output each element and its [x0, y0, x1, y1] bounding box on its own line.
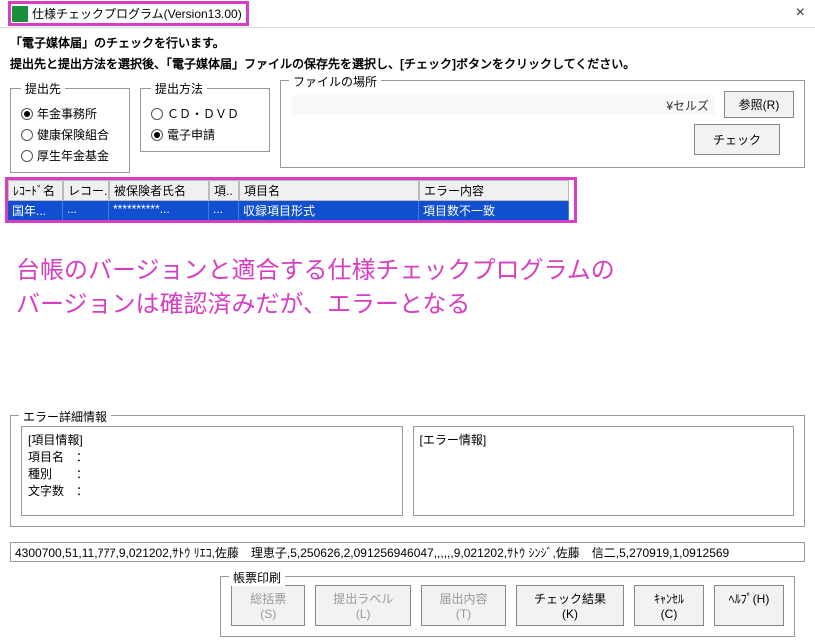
cancel-button[interactable]: ｷｬﾝｾﾙ(C) — [634, 585, 704, 626]
error-detail-legend: エラー詳細情報 — [19, 408, 111, 425]
check-result-button[interactable]: チェック結果(K) — [516, 585, 624, 626]
browse-button[interactable]: 参照(R) — [724, 91, 794, 118]
radio-icon — [21, 129, 33, 141]
close-icon[interactable]: × — [796, 4, 805, 22]
annotation-overlay: 台帳のバージョンと適合する仕様チェックプログラムの バージョンは確認済みだが、エ… — [16, 254, 615, 321]
radio-icon — [21, 108, 33, 120]
submit-label-button[interactable]: 提出ラベル(L) — [315, 585, 411, 626]
col-item-name[interactable]: 項目名 — [239, 180, 419, 201]
dest-group: 提出先 年金事務所 健康保険組合 厚生年金基金 — [10, 80, 130, 173]
file-legend: ファイルの場所 — [289, 73, 381, 90]
file-group: ファイルの場所 ¥セルズ 参照(R) チェック — [280, 80, 805, 168]
file-path-input[interactable]: ¥セルズ — [291, 94, 716, 116]
intro-line2: 提出先と提出方法を選択後、「電子媒体届」ファイルの保存先を選択し、[チェック]ボ… — [10, 55, 805, 72]
dest-opt-health-union[interactable]: 健康保険組合 — [21, 126, 119, 143]
title-highlight: 仕様チェックプログラム(Version13.00) — [8, 1, 249, 26]
contents-button[interactable]: 届出内容(T) — [421, 585, 506, 626]
form-print-group: 帳票印刷 総括票(S) 提出ラベル(L) 届出内容(T) チェック結果(K) ｷ… — [220, 576, 795, 637]
item-info-box: [項目情報] 項目名 ： 種別 ： 文字数 ： — [21, 426, 403, 516]
col-record-name[interactable]: ﾚｺｰﾄﾞ名 — [8, 180, 63, 201]
upper-panel: 提出先 年金事務所 健康保険組合 厚生年金基金 提出方法 ＣＤ・ＤＶＤ — [10, 80, 805, 173]
intro-line1: 「電子媒体届」のチェックを行います。 — [10, 34, 805, 51]
intro-block: 「電子媒体届」のチェックを行います。 提出先と提出方法を選択後、「電子媒体届」フ… — [0, 28, 815, 74]
app-icon — [12, 6, 28, 22]
form-print-legend: 帳票印刷 — [229, 569, 285, 586]
dest-opt-pension-office[interactable]: 年金事務所 — [21, 105, 119, 122]
table-row[interactable]: 国年... ... **********... ... 収録項目形式 項目数不一… — [8, 201, 574, 220]
dest-legend: 提出先 — [21, 80, 65, 97]
check-button[interactable]: チェック — [694, 124, 780, 155]
col-record[interactable]: レコー... — [63, 180, 109, 201]
col-item-no[interactable]: 項.. — [209, 180, 239, 201]
radio-icon — [151, 129, 163, 141]
error-info-box: [エラー情報] — [413, 426, 795, 516]
grid-header: ﾚｺｰﾄﾞ名 レコー... 被保険者氏名 項.. 項目名 エラー内容 — [8, 180, 574, 201]
help-button[interactable]: ﾍﾙﾌﾟ(H) — [714, 585, 784, 626]
summary-button[interactable]: 総括票(S) — [231, 585, 305, 626]
result-grid: ﾚｺｰﾄﾞ名 レコー... 被保険者氏名 項.. 項目名 エラー内容 国年...… — [5, 177, 577, 223]
window-title: 仕様チェックプログラム(Version13.00) — [32, 5, 242, 22]
radio-icon — [21, 150, 33, 162]
method-opt-cd-dvd[interactable]: ＣＤ・ＤＶＤ — [151, 105, 259, 122]
radio-icon — [151, 108, 163, 120]
raw-record-display: 4300700,51,11,ｱｱｱ,9,021202,ｻﾄｳ ﾘｴｺ,佐藤 理恵… — [10, 542, 805, 562]
method-legend: 提出方法 — [151, 80, 207, 97]
dest-opt-welfare-fund[interactable]: 厚生年金基金 — [21, 147, 119, 164]
col-error[interactable]: エラー内容 — [419, 180, 569, 201]
col-insured-name[interactable]: 被保険者氏名 — [109, 180, 209, 201]
titlebar: 仕様チェックプログラム(Version13.00) × — [0, 0, 815, 28]
error-detail-group: エラー詳細情報 [項目情報] 項目名 ： 種別 ： 文字数 ： [エラー情報] — [10, 415, 805, 527]
method-opt-electronic[interactable]: 電子申請 — [151, 126, 259, 143]
method-group: 提出方法 ＣＤ・ＤＶＤ 電子申請 — [140, 80, 270, 152]
